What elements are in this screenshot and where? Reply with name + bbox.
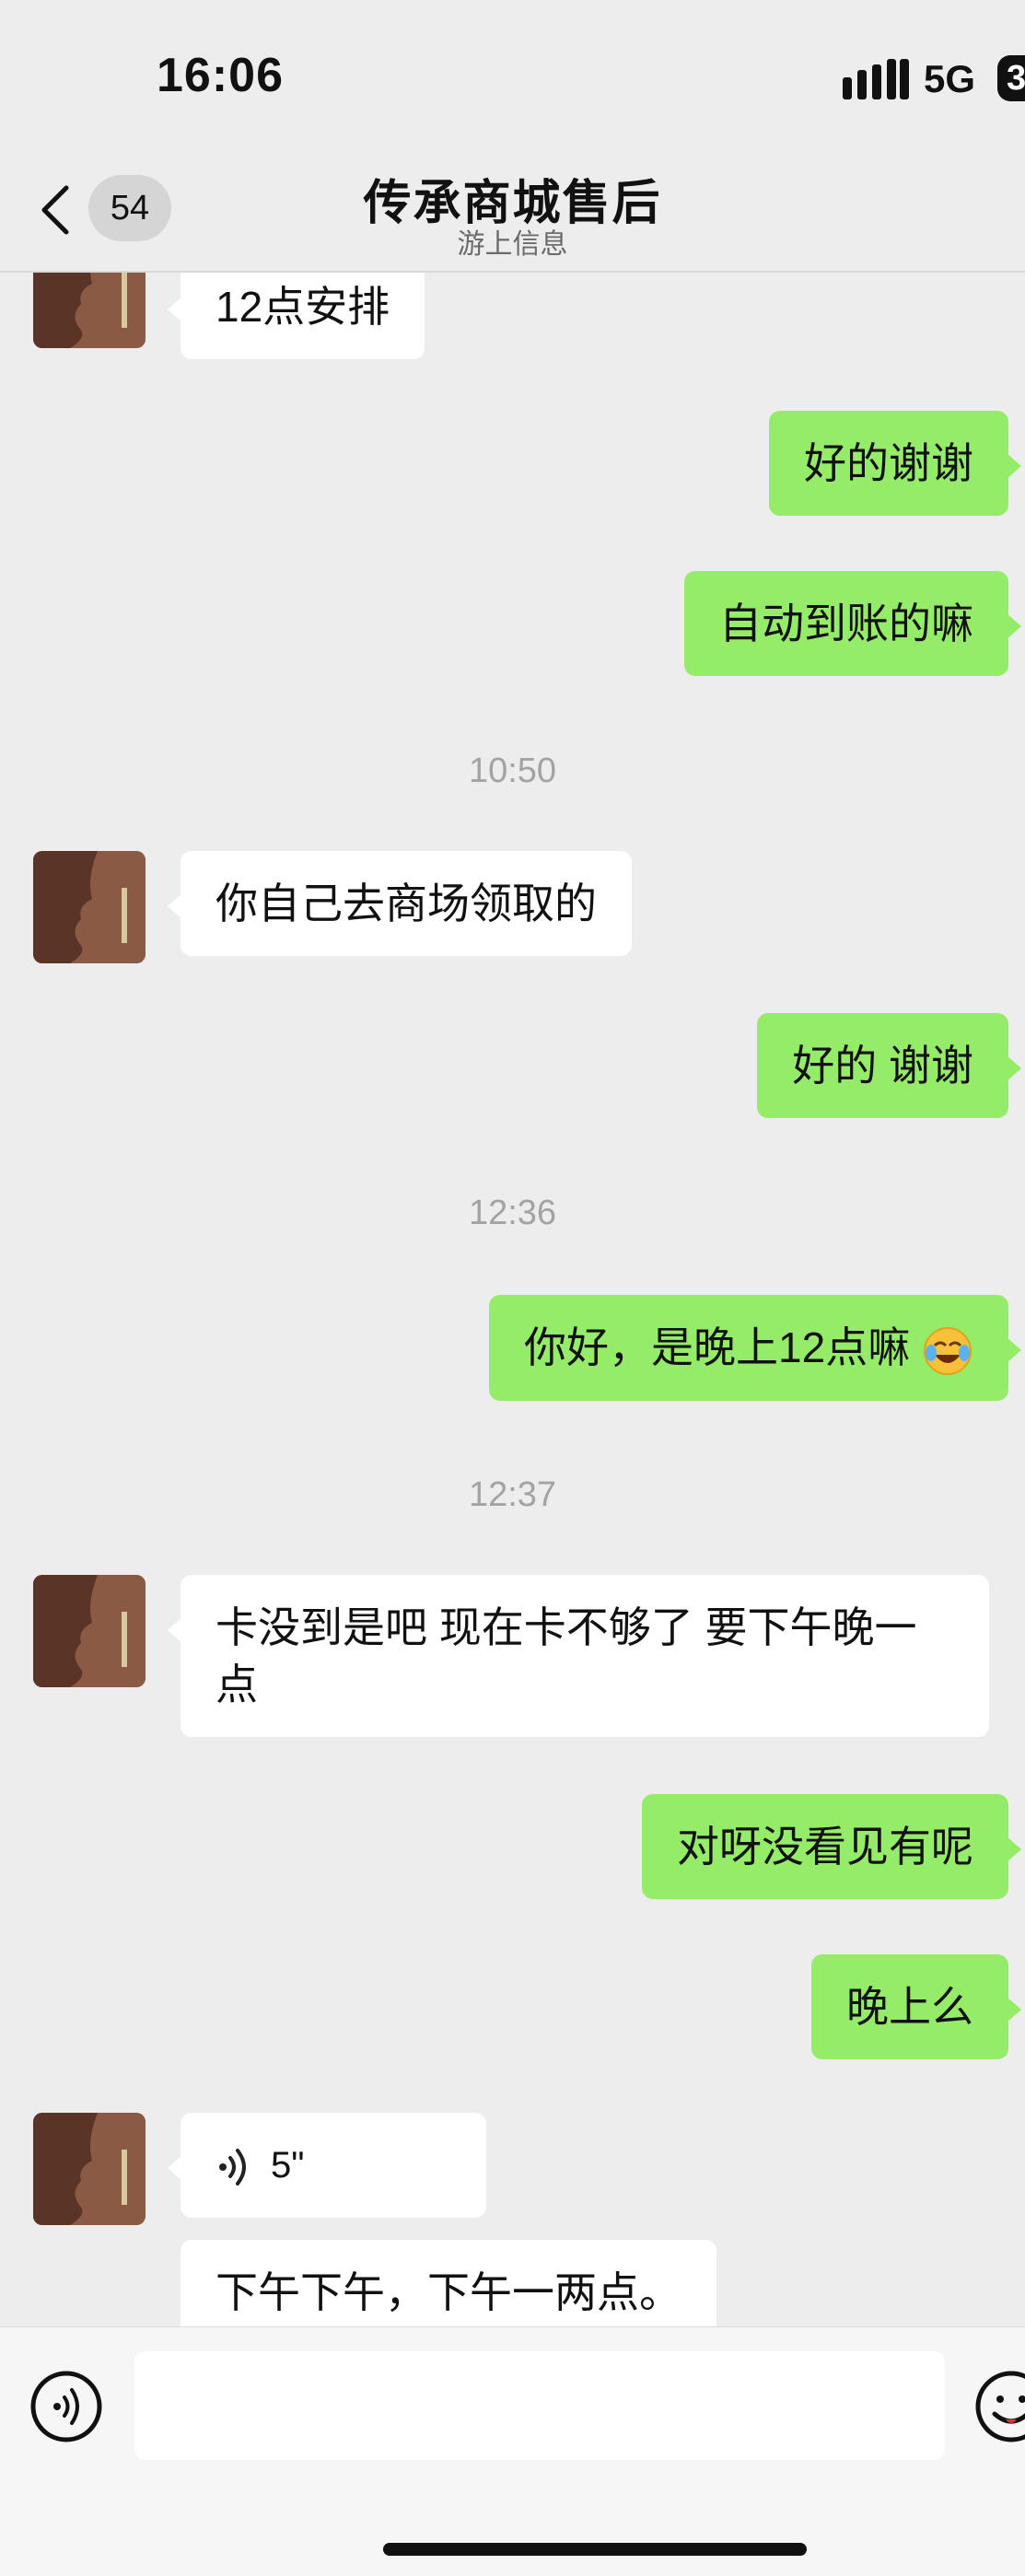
contact-avatar[interactable] [33,2113,146,2225]
outgoing-message[interactable]: 自动到账的嘛 [684,571,1021,676]
message-timestamp: 12:36 [468,1194,557,1232]
avatar-image [33,1575,146,1687]
message-text-field[interactable] [134,2351,945,2460]
signal-strength-icon [843,59,909,99]
avatar-image [33,273,146,348]
chat-subtitle: 游上信息 [457,229,568,260]
voice-duration: 5" [271,2145,305,2186]
laughing-tears-emoji-icon [924,1326,972,1375]
voice-message[interactable]: 5" [168,2113,486,2218]
incoming-message[interactable]: 12点安排 [167,273,425,359]
outgoing-message[interactable]: 你好，是晚上12点嘛 [489,1295,1021,1401]
outgoing-message[interactable]: 晚上么 [811,1954,1021,2059]
voice-input-icon[interactable] [29,2370,103,2443]
avatar-image [33,2113,146,2225]
battery-indicator: 3 [997,55,1025,101]
outgoing-message[interactable]: 好的谢谢 [769,411,1021,516]
message-list[interactable]: 12点安排 好的谢谢 自动到账的嘛 10:50 你自己去商场领取的 好的 谢谢 … [0,273,1025,2326]
voice-wave-icon [219,2149,246,2186]
outgoing-message[interactable]: 对呀没看见有呢 [642,1794,1021,1899]
network-type: 5G [924,57,976,100]
contact-avatar[interactable] [33,1575,146,1687]
message-text: 你好，是晚上12点嘛 [524,1323,911,1371]
chat-header: 54 传承商城售后 游上信息 [0,157,1025,273]
status-bar: 16:06 5G 3 [0,0,1025,157]
message-input-bar [0,2326,1025,2576]
incoming-message[interactable]: 下午下午，下午一两点。 [181,2240,716,2326]
emoji-icon[interactable] [974,2370,1025,2443]
incoming-message[interactable]: 卡没到是吧 现在卡不够了 要下午晚一点 [168,1575,989,1737]
outgoing-message[interactable]: 好的 谢谢 [757,1013,1021,1118]
home-indicator[interactable] [383,2543,807,2556]
message-timestamp: 12:37 [468,1475,557,1514]
status-time: 16:06 [157,49,284,102]
message-timestamp: 10:50 [468,752,557,790]
contact-avatar[interactable] [33,851,146,963]
incoming-message[interactable]: 你自己去商场领取的 [168,851,632,956]
avatar-image [33,851,146,963]
contact-avatar[interactable] [33,273,146,348]
